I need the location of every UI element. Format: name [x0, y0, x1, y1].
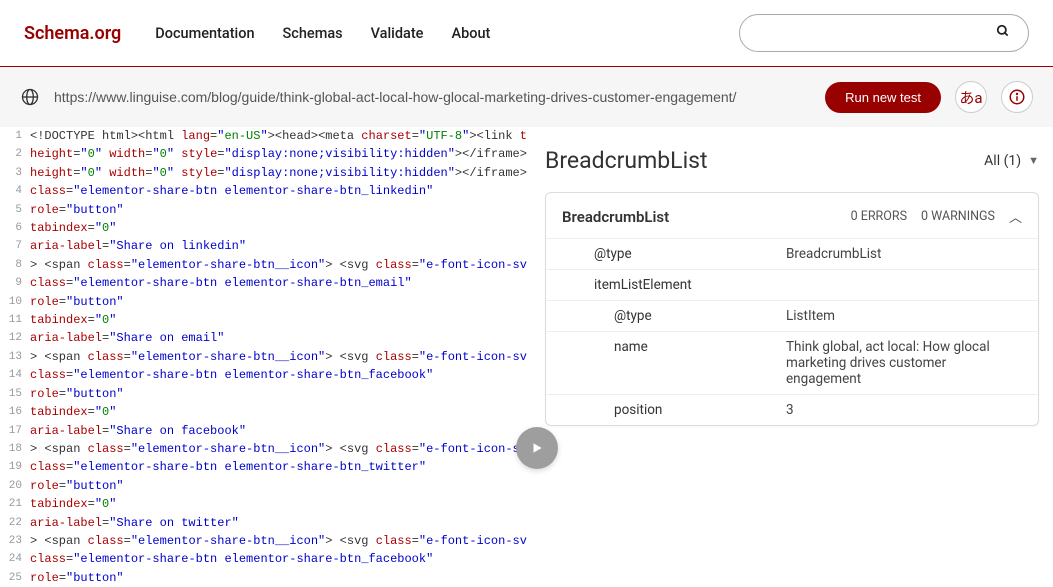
property-value: BreadcrumbList	[786, 246, 1038, 262]
code-line: 25role="button"	[0, 569, 527, 587]
main-nav: Documentation Schemas Validate About	[155, 25, 490, 42]
code-line: 22aria-label="Share on twitter"	[0, 514, 527, 532]
property-value: 3	[786, 402, 1038, 418]
property-value: ListItem	[786, 308, 1038, 324]
nav-item-validate[interactable]: Validate	[371, 25, 424, 42]
nav-item-schemas[interactable]: Schemas	[283, 25, 343, 42]
nav-item-documentation[interactable]: Documentation	[155, 25, 254, 42]
code-line: 3height="0" width="0" style="display:non…	[0, 164, 527, 182]
search-box[interactable]	[739, 14, 1029, 52]
search-input[interactable]	[758, 25, 996, 41]
play-button[interactable]	[516, 427, 558, 469]
code-line: 8> <span class="elementor-share-btn__ico…	[0, 256, 527, 274]
code-line: 24class="elementor-share-btn elementor-s…	[0, 550, 527, 568]
code-line: 7aria-label="Share on linkedin"	[0, 237, 527, 255]
toolbar: https://www.linguise.com/blog/guide/thin…	[0, 67, 1053, 127]
result-card: BreadcrumbList 0 ERRORS 0 WARNINGS ︿ @ty…	[545, 192, 1039, 426]
code-panel[interactable]: 1<!DOCTYPE html><html lang="en-US"><head…	[0, 127, 527, 587]
run-new-test-button[interactable]: Run new test	[825, 82, 941, 113]
code-line: 10role="button"	[0, 293, 527, 311]
card-header[interactable]: BreadcrumbList 0 ERRORS 0 WARNINGS ︿	[546, 207, 1038, 238]
property-key: @type	[546, 308, 786, 324]
code-line: 20role="button"	[0, 477, 527, 495]
code-line: 11tabindex="0"	[0, 311, 527, 329]
code-line: 15role="button"	[0, 385, 527, 403]
content-area: 1<!DOCTYPE html><html lang="en-US"><head…	[0, 127, 1053, 587]
errors-count: 0 ERRORS	[851, 209, 907, 224]
code-line: 16tabindex="0"	[0, 403, 527, 421]
code-line: 12aria-label="Share on email"	[0, 329, 527, 347]
chevron-up-icon[interactable]: ︿	[1009, 207, 1022, 226]
search-icon[interactable]	[996, 24, 1010, 42]
code-line: 23> <span class="elementor-share-btn__ic…	[0, 532, 527, 550]
code-line: 18> <span class="elementor-share-btn__ic…	[0, 440, 527, 458]
code-line: 17aria-label="Share on facebook"	[0, 422, 527, 440]
property-value: Think global, act local: How glocal mark…	[786, 339, 1038, 387]
code-line: 19class="elementor-share-btn elementor-s…	[0, 458, 527, 476]
card-title: BreadcrumbList	[562, 208, 669, 226]
property-row: @typeBreadcrumbList	[546, 238, 1038, 269]
code-line: 6tabindex="0"	[0, 219, 527, 237]
globe-icon	[20, 87, 40, 107]
property-row: itemListElement	[546, 269, 1038, 300]
results-title: BreadcrumbList	[545, 147, 708, 174]
property-key: @type	[546, 246, 786, 262]
code-line: 5role="button"	[0, 201, 527, 219]
property-row: @typeListItem	[546, 300, 1038, 331]
code-line: 14class="elementor-share-btn elementor-s…	[0, 366, 527, 384]
filter-label: All (1)	[984, 153, 1021, 169]
property-key: itemListElement	[546, 277, 786, 293]
header: Schema.org Documentation Schemas Validate A…	[0, 0, 1053, 66]
info-button[interactable]	[1001, 81, 1033, 113]
results-panel: BreadcrumbList All (1) ▼ BreadcrumbList …	[527, 127, 1053, 587]
logo[interactable]: Schema.org	[24, 23, 121, 44]
warnings-count: 0 WARNINGS	[921, 209, 995, 224]
chevron-down-icon: ▼	[1028, 154, 1039, 167]
property-row: position3	[546, 394, 1038, 425]
language-button[interactable]: あa	[955, 81, 987, 113]
code-line: 9class="elementor-share-btn elementor-sh…	[0, 274, 527, 292]
nav-item-about[interactable]: About	[451, 25, 490, 42]
results-header: BreadcrumbList All (1) ▼	[545, 147, 1039, 192]
property-key: position	[546, 402, 786, 418]
code-line: 21tabindex="0"	[0, 495, 527, 513]
property-value	[786, 277, 1038, 293]
url-display: https://www.linguise.com/blog/guide/thin…	[54, 89, 811, 105]
property-key: name	[546, 339, 786, 387]
code-line: 4class="elementor-share-btn elementor-sh…	[0, 182, 527, 200]
filter-dropdown[interactable]: All (1) ▼	[984, 153, 1039, 169]
property-row: nameThink global, act local: How glocal …	[546, 331, 1038, 394]
code-line: 1<!DOCTYPE html><html lang="en-US"><head…	[0, 127, 527, 145]
code-line: 2height="0" width="0" style="display:non…	[0, 145, 527, 163]
code-line: 13> <span class="elementor-share-btn__ic…	[0, 348, 527, 366]
